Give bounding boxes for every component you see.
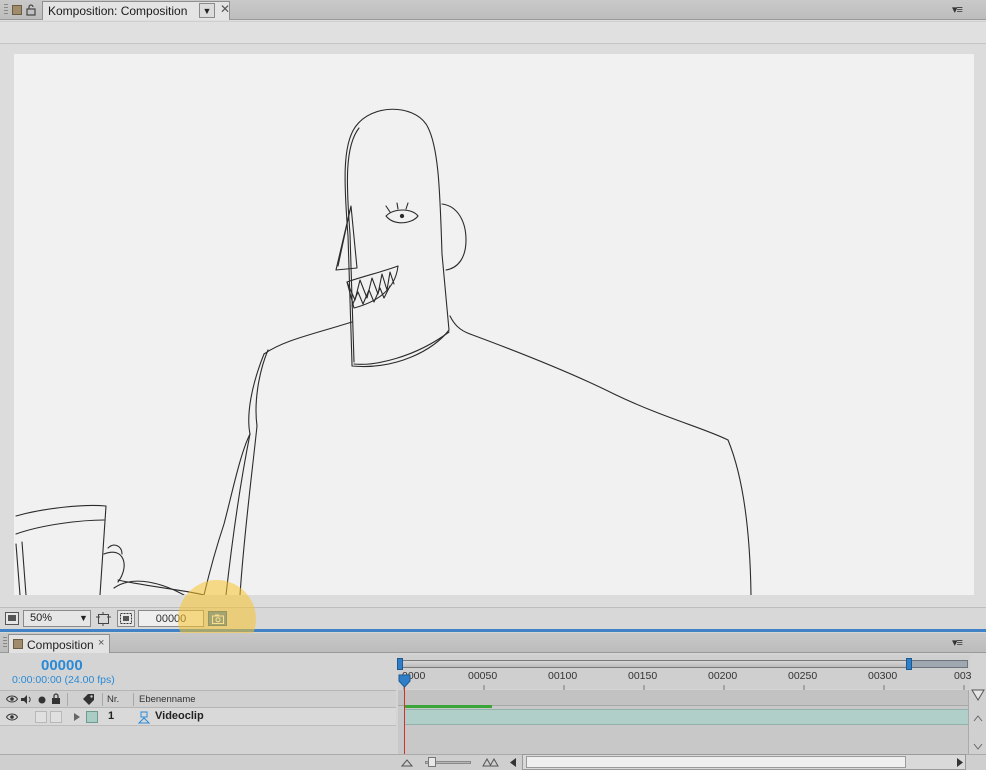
composition-viewer bbox=[0, 21, 986, 606]
camera-icon bbox=[212, 614, 224, 624]
layer-row[interactable]: 1 Videoclip bbox=[0, 708, 396, 726]
current-timecode[interactable]: 00000 bbox=[41, 657, 83, 674]
ruler-tick-label: 00050 bbox=[468, 670, 498, 682]
viewer-info-strip bbox=[0, 22, 986, 44]
close-icon[interactable]: × bbox=[98, 637, 104, 649]
label-tag-icon[interactable] bbox=[82, 693, 96, 705]
ruler-tick-label: 00100 bbox=[548, 670, 578, 682]
safe-margins-button[interactable] bbox=[117, 610, 135, 627]
scroll-down-icon[interactable] bbox=[971, 740, 985, 752]
safe-margins-icon bbox=[120, 613, 132, 624]
composition-canvas[interactable] bbox=[14, 54, 974, 595]
timeline-header-row bbox=[398, 690, 970, 706]
layer-name[interactable]: Videoclip bbox=[155, 710, 204, 722]
work-area-bar[interactable] bbox=[400, 660, 910, 668]
viewer-toolbar: 50% ▼ 00000 bbox=[0, 607, 986, 629]
panel-menu-icon[interactable]: ▾≡ bbox=[952, 636, 963, 649]
zoom-value: 50% bbox=[30, 612, 53, 624]
expand-triangle-icon[interactable] bbox=[73, 712, 81, 722]
zoom-select[interactable]: 50% ▼ bbox=[23, 610, 91, 627]
tab-timeline-label: Composition bbox=[27, 638, 94, 652]
composition-panel: Komposition: Composition ▼ ✕ ▾≡ 50% ▼ 00… bbox=[0, 0, 986, 632]
timeline-panel: Composition × ▾≡ 00000 0:00:00:00 (24.00… bbox=[0, 633, 986, 770]
composition-tab-bar: Komposition: Composition ▼ ✕ ▾≡ bbox=[0, 0, 986, 20]
playhead-marker-icon[interactable] bbox=[398, 674, 412, 688]
tab-timeline-composition[interactable]: Composition × bbox=[8, 634, 110, 653]
scroll-up-icon[interactable] bbox=[971, 712, 985, 724]
navigator-end-handle[interactable] bbox=[906, 658, 912, 670]
scroll-right-icon[interactable] bbox=[954, 757, 966, 768]
lock-icon[interactable] bbox=[26, 4, 36, 16]
eye-icon[interactable] bbox=[6, 694, 18, 704]
footage-icon bbox=[138, 711, 150, 724]
ruler-tick-label: 00300 bbox=[868, 670, 898, 682]
zoom-out-icon[interactable] bbox=[401, 758, 413, 767]
panel-menu-icon[interactable]: ▾≡ bbox=[952, 3, 963, 16]
current-frame-value: 00000 bbox=[155, 613, 187, 625]
comp-marker-bin-icon[interactable] bbox=[971, 689, 985, 701]
fit-to-frame-icon[interactable] bbox=[96, 612, 111, 626]
column-separator bbox=[102, 693, 103, 706]
column-name-label[interactable]: Ebenenname bbox=[139, 694, 196, 705]
panel-grip-icon[interactable] bbox=[3, 637, 7, 649]
column-nr-label: Nr. bbox=[107, 694, 120, 705]
sketch-character-illustration bbox=[15, 108, 752, 595]
layer-duration-bar[interactable] bbox=[405, 709, 968, 725]
horizontal-scroll-thumb[interactable] bbox=[526, 756, 906, 768]
ruler-tick-label: 00150 bbox=[628, 670, 658, 682]
always-preview-icon[interactable] bbox=[5, 612, 19, 625]
current-frame-field[interactable]: 00000 bbox=[138, 610, 204, 627]
navigator-start-handle[interactable] bbox=[397, 658, 403, 670]
timeline-tab-bar: Composition × ▾≡ bbox=[0, 633, 986, 653]
render-cache-bar bbox=[405, 705, 492, 708]
zoom-slider-thumb[interactable] bbox=[428, 757, 436, 767]
lock-icon[interactable] bbox=[51, 693, 61, 705]
zoom-in-icon[interactable] bbox=[482, 757, 500, 767]
layer-number: 1 bbox=[108, 710, 115, 722]
ruler-tick-label: 00250 bbox=[788, 670, 818, 682]
scroll-left-icon[interactable] bbox=[507, 757, 519, 768]
close-icon[interactable]: ✕ bbox=[220, 2, 230, 16]
layer-label-color[interactable] bbox=[86, 711, 98, 723]
eye-icon[interactable] bbox=[6, 712, 18, 722]
take-snapshot-button[interactable] bbox=[208, 611, 227, 626]
composition-swatch-icon bbox=[13, 639, 23, 649]
panel-grip-icon[interactable] bbox=[4, 4, 8, 16]
audio-toggle[interactable] bbox=[35, 711, 47, 723]
ruler-tick-label: 003 bbox=[954, 670, 972, 682]
triangle-down-icon[interactable]: ▼ bbox=[199, 3, 215, 18]
tab-composition-label: Komposition: Composition bbox=[48, 4, 188, 18]
ruler-tick-label: 00200 bbox=[708, 670, 738, 682]
timecode-fps: 0:00:00:00 (24.00 fps) bbox=[12, 674, 115, 686]
tab-composition[interactable]: Komposition: Composition ▼ ✕ bbox=[42, 1, 230, 20]
column-separator bbox=[133, 693, 134, 706]
composition-swatch-icon bbox=[12, 5, 22, 15]
chevron-down-icon: ▼ bbox=[79, 613, 88, 623]
solo-icon[interactable] bbox=[37, 695, 47, 705]
layer-list-empty bbox=[0, 726, 396, 754]
speaker-icon[interactable] bbox=[20, 694, 32, 705]
lock-toggle[interactable] bbox=[50, 711, 62, 723]
layer-column-header: Nr. Ebenenname bbox=[0, 690, 396, 708]
panel-focus-indicator bbox=[0, 629, 986, 632]
column-separator bbox=[67, 693, 68, 706]
